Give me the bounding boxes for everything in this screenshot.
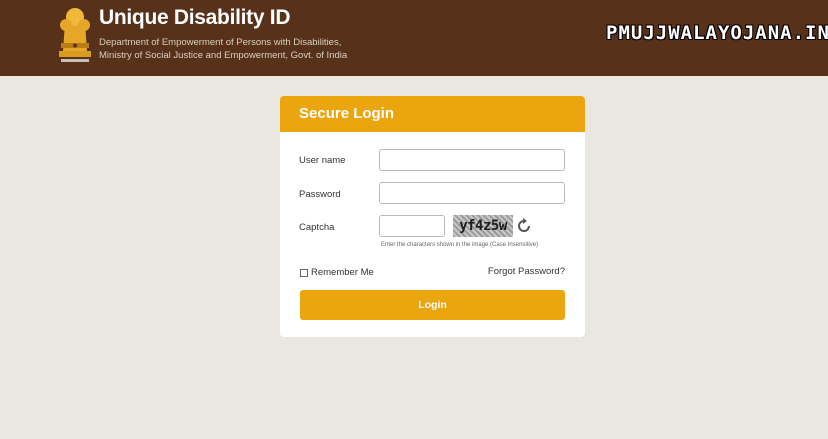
login-card: Secure Login User name Password Captcha …	[280, 96, 585, 337]
password-label: Password	[299, 189, 341, 200]
remember-me[interactable]: Remember Me	[300, 267, 374, 278]
captcha-label: Captcha	[299, 222, 335, 233]
site-subtitle: Department of Empowerment of Persons wit…	[99, 37, 399, 62]
captcha-hint: Enter the characters shown in the image …	[381, 242, 539, 248]
forgot-password-link[interactable]: Forgot Password?	[488, 266, 565, 277]
remember-checkbox[interactable]	[300, 268, 308, 277]
subtitle-line-2: Ministry of Social Justice and Empowerme…	[99, 49, 348, 61]
captcha-image: yf4z5w	[453, 215, 513, 237]
captcha-input[interactable]	[379, 215, 445, 237]
subtitle-line-1: Department of Empowerment of Persons wit…	[99, 37, 342, 48]
national-emblem-icon	[59, 8, 91, 62]
username-input[interactable]	[379, 149, 565, 171]
remember-label: Remember Me	[311, 267, 374, 278]
login-button[interactable]: Login	[300, 290, 565, 320]
username-label: User name	[299, 155, 346, 166]
header-bar: Unique Disability ID Department of Empow…	[0, 0, 828, 76]
password-input[interactable]	[379, 182, 565, 204]
refresh-icon[interactable]	[516, 218, 532, 234]
watermark-text: PMUJJWALAYOJANA.IN	[606, 22, 828, 44]
login-heading: Secure Login	[280, 96, 585, 132]
site-title: Unique Disability ID	[99, 6, 291, 29]
